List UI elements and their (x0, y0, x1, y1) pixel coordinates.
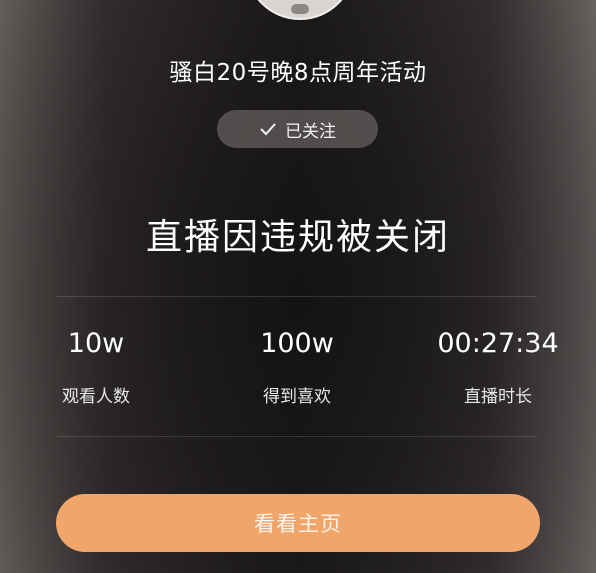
check-icon (260, 123, 276, 136)
stat-value: 10w (67, 328, 125, 359)
live-closed-headline: 直播因违规被关闭 (145, 217, 450, 258)
avatar[interactable] (245, 0, 355, 20)
stat-duration: 00:27:34 直播时长 (418, 326, 578, 407)
followed-label: 已关注 (285, 121, 336, 142)
stat-likes: 100w 得到喜欢 (217, 326, 377, 407)
live-ended-screen: 骚白20号晚8点周年活动 已关注 直播因违规被关闭 10w 观看人数 100w … (0, 0, 596, 573)
view-homepage-button[interactable]: 看看主页 (56, 494, 540, 552)
divider-bottom (57, 436, 537, 437)
stat-viewers: 10w 观看人数 (16, 326, 176, 407)
stat-label: 直播时长 (464, 387, 532, 407)
stat-value: 100w (260, 328, 334, 359)
avatar-image-detail (291, 4, 309, 14)
stat-label: 得到喜欢 (263, 387, 331, 407)
divider-top (57, 296, 537, 297)
followed-button[interactable]: 已关注 (217, 110, 378, 148)
stat-label: 观看人数 (62, 387, 130, 407)
stat-value: 00:27:34 (437, 328, 559, 359)
anchor-name: 骚白20号晚8点周年活动 (169, 60, 427, 86)
